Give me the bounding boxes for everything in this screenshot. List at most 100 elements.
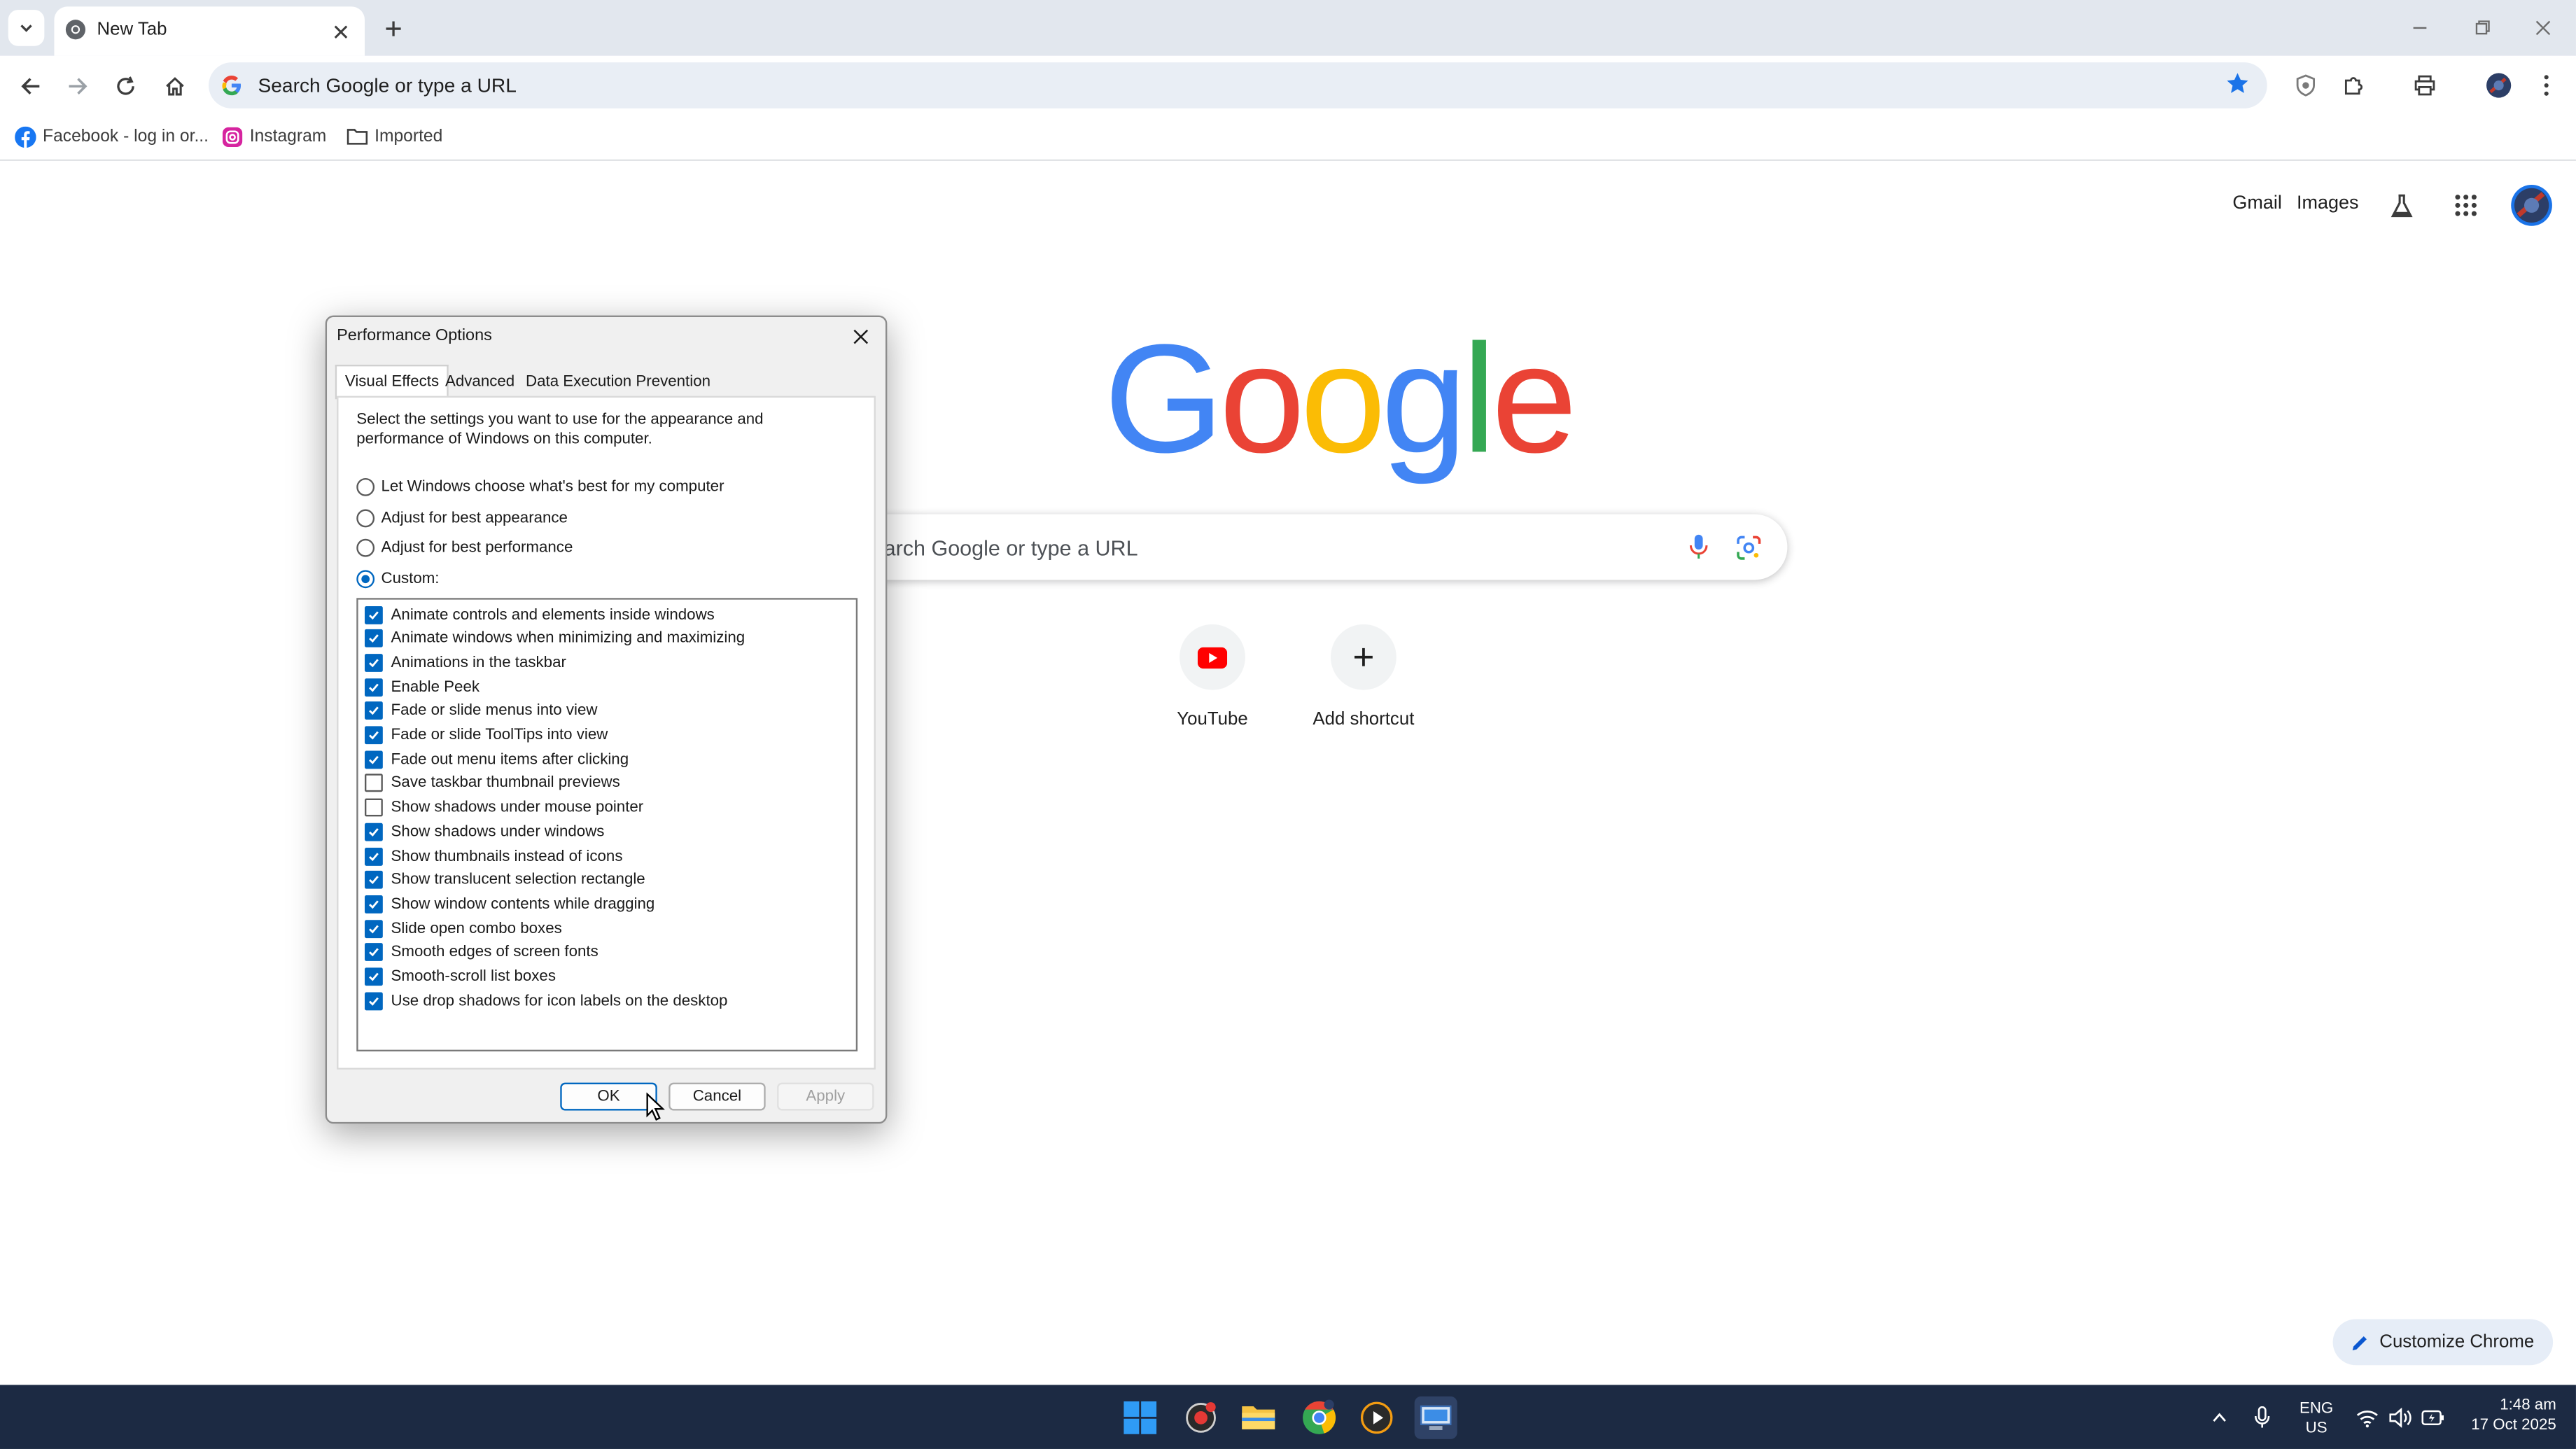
tab-advanced[interactable]: Advanced: [439, 370, 522, 394]
start-button[interactable]: [1119, 1396, 1161, 1439]
avatar-icon: [2510, 183, 2552, 225]
visual-effect-option[interactable]: Show shadows under windows: [365, 820, 604, 844]
account-avatar[interactable]: [2509, 183, 2553, 227]
ok-button[interactable]: OK: [560, 1082, 657, 1111]
taskbar-app-recorder[interactable]: [1180, 1396, 1222, 1439]
visual-effect-option[interactable]: Slide open combo boxes: [365, 917, 562, 940]
visual-effect-option[interactable]: Fade or slide ToolTips into view: [365, 724, 608, 747]
checkbox-checked[interactable]: [365, 919, 383, 938]
dialog-close-button[interactable]: [846, 322, 876, 351]
close-window-button[interactable]: [2525, 10, 2561, 46]
home-button[interactable]: [153, 64, 195, 107]
checkbox-checked[interactable]: [365, 991, 383, 1010]
clock[interactable]: 1:48 am 17 Oct 2025: [2458, 1396, 2556, 1436]
reload-button[interactable]: [104, 64, 146, 107]
checkbox-unchecked[interactable]: [365, 798, 383, 817]
option-label: Animations in the taskbar: [391, 653, 566, 672]
bookmark-star-icon[interactable]: [2225, 71, 2251, 97]
checkbox-checked[interactable]: [365, 943, 383, 962]
checkbox-checked[interactable]: [365, 846, 383, 865]
bookmark-label: Imported: [374, 126, 443, 146]
voice-search-button[interactable]: [1684, 532, 1714, 561]
visual-effect-option[interactable]: Show thumbnails instead of icons: [365, 844, 622, 867]
forward-button[interactable]: [56, 64, 99, 107]
checkbox-checked[interactable]: [365, 678, 383, 696]
restore-button[interactable]: [2464, 10, 2500, 46]
radio-best-performance[interactable]: Adjust for best performance: [356, 538, 573, 557]
language-indicator[interactable]: ENG US: [2293, 1400, 2339, 1439]
visual-effects-list[interactable]: Animate controls and elements inside win…: [356, 598, 858, 1052]
radio-let-windows-choose[interactable]: Let Windows choose what's best for my co…: [356, 477, 724, 496]
bookmark-facebook[interactable]: Facebook - log in or...: [15, 122, 209, 151]
pencil-icon: [2353, 1335, 2367, 1350]
tab-close-button[interactable]: [326, 16, 355, 46]
profile-button[interactable]: [2477, 64, 2520, 107]
minimize-button[interactable]: [2402, 10, 2438, 46]
visual-effect-option[interactable]: Enable Peek: [365, 676, 479, 699]
microphone-tray-button[interactable]: [2244, 1396, 2281, 1439]
tab-visual-effects[interactable]: Visual Effects: [335, 365, 449, 400]
checkbox-unchecked[interactable]: [365, 774, 383, 793]
visual-effect-option[interactable]: Show window contents while dragging: [365, 892, 654, 916]
print-button[interactable]: [2404, 64, 2446, 107]
gmail-link[interactable]: Gmail: [2232, 194, 2281, 214]
shortcut-add[interactable]: Add shortcut: [1298, 624, 1429, 729]
visual-effect-option[interactable]: Fade or slide menus into view: [365, 699, 598, 722]
taskbar-chrome[interactable]: [1298, 1396, 1340, 1439]
lens-search-button[interactable]: [1733, 532, 1763, 561]
visual-effect-option[interactable]: Fade out menu items after clicking: [365, 748, 629, 771]
ntp-search-box[interactable]: arch Google or type a URL: [785, 514, 1788, 580]
visual-effect-option[interactable]: Animate windows when minimizing and maxi…: [365, 627, 745, 650]
visual-effect-option[interactable]: Save taskbar thumbnail previews: [365, 772, 620, 795]
checkbox-checked[interactable]: [365, 726, 383, 745]
radio-custom[interactable]: Custom:: [356, 570, 440, 589]
images-link[interactable]: Images: [2297, 194, 2359, 214]
apply-button[interactable]: Apply: [777, 1082, 874, 1111]
checkbox-checked[interactable]: [365, 871, 383, 890]
taskbar-media-player[interactable]: [1355, 1396, 1398, 1439]
bookmark-folder-imported[interactable]: Imported: [346, 122, 442, 151]
checkbox-checked[interactable]: [365, 701, 383, 720]
visual-effect-option[interactable]: Show translucent selection rectangle: [365, 869, 645, 892]
bookmark-instagram[interactable]: Instagram: [222, 122, 326, 151]
google-apps-button[interactable]: [2449, 189, 2482, 222]
extensions-button[interactable]: [2333, 64, 2376, 107]
close-icon: [853, 329, 869, 344]
chevron-up-icon: [2213, 1413, 2226, 1422]
visual-effect-option[interactable]: Animate controls and elements inside win…: [365, 603, 715, 626]
visual-effect-option[interactable]: Smooth-scroll list boxes: [365, 965, 556, 988]
taskbar-file-explorer[interactable]: [1237, 1396, 1280, 1439]
checkbox-checked[interactable]: [365, 750, 383, 769]
tab-search-button[interactable]: [8, 10, 45, 46]
google-lens-icon: [1736, 535, 1760, 559]
screen: New Tab Search Google or type a URL Face…: [0, 0, 2576, 1449]
quick-settings-button[interactable]: [2346, 1396, 2454, 1439]
radio-best-appearance[interactable]: Adjust for best appearance: [356, 509, 568, 528]
visual-effect-option[interactable]: Smooth edges of screen fonts: [365, 941, 598, 964]
visual-effect-option[interactable]: Use drop shadows for icon labels on the …: [365, 989, 727, 1012]
checkbox-checked[interactable]: [365, 822, 383, 841]
checkbox-checked[interactable]: [365, 895, 383, 913]
wifi-icon: [2356, 1410, 2378, 1428]
checkmark-icon: [369, 659, 379, 667]
show-hidden-icons-button[interactable]: [2202, 1396, 2238, 1439]
customize-chrome-button[interactable]: Customize Chrome: [2332, 1319, 2554, 1366]
cancel-button[interactable]: Cancel: [668, 1082, 766, 1111]
labs-button[interactable]: [2386, 189, 2418, 222]
address-bar[interactable]: Search Google or type a URL: [209, 62, 2267, 108]
chrome-menu-button[interactable]: [2525, 64, 2568, 107]
taskbar-system-properties[interactable]: [1414, 1396, 1457, 1439]
extension-shield-button[interactable]: [2283, 64, 2326, 107]
visual-effect-option[interactable]: Show shadows under mouse pointer: [365, 796, 643, 819]
visual-effect-option[interactable]: Animations in the taskbar: [365, 651, 566, 674]
back-button[interactable]: [8, 64, 51, 107]
new-tab-button[interactable]: [374, 10, 411, 46]
checkbox-checked[interactable]: [365, 629, 383, 648]
checkbox-checked[interactable]: [365, 653, 383, 672]
radio-label: Custom:: [381, 570, 440, 589]
tab-new-tab[interactable]: New Tab: [54, 6, 365, 56]
checkbox-checked[interactable]: [365, 967, 383, 986]
tab-data-execution-prevention[interactable]: Data Execution Prevention: [519, 370, 718, 394]
shortcut-youtube[interactable]: YouTube: [1147, 624, 1278, 729]
checkbox-checked[interactable]: [365, 605, 383, 624]
